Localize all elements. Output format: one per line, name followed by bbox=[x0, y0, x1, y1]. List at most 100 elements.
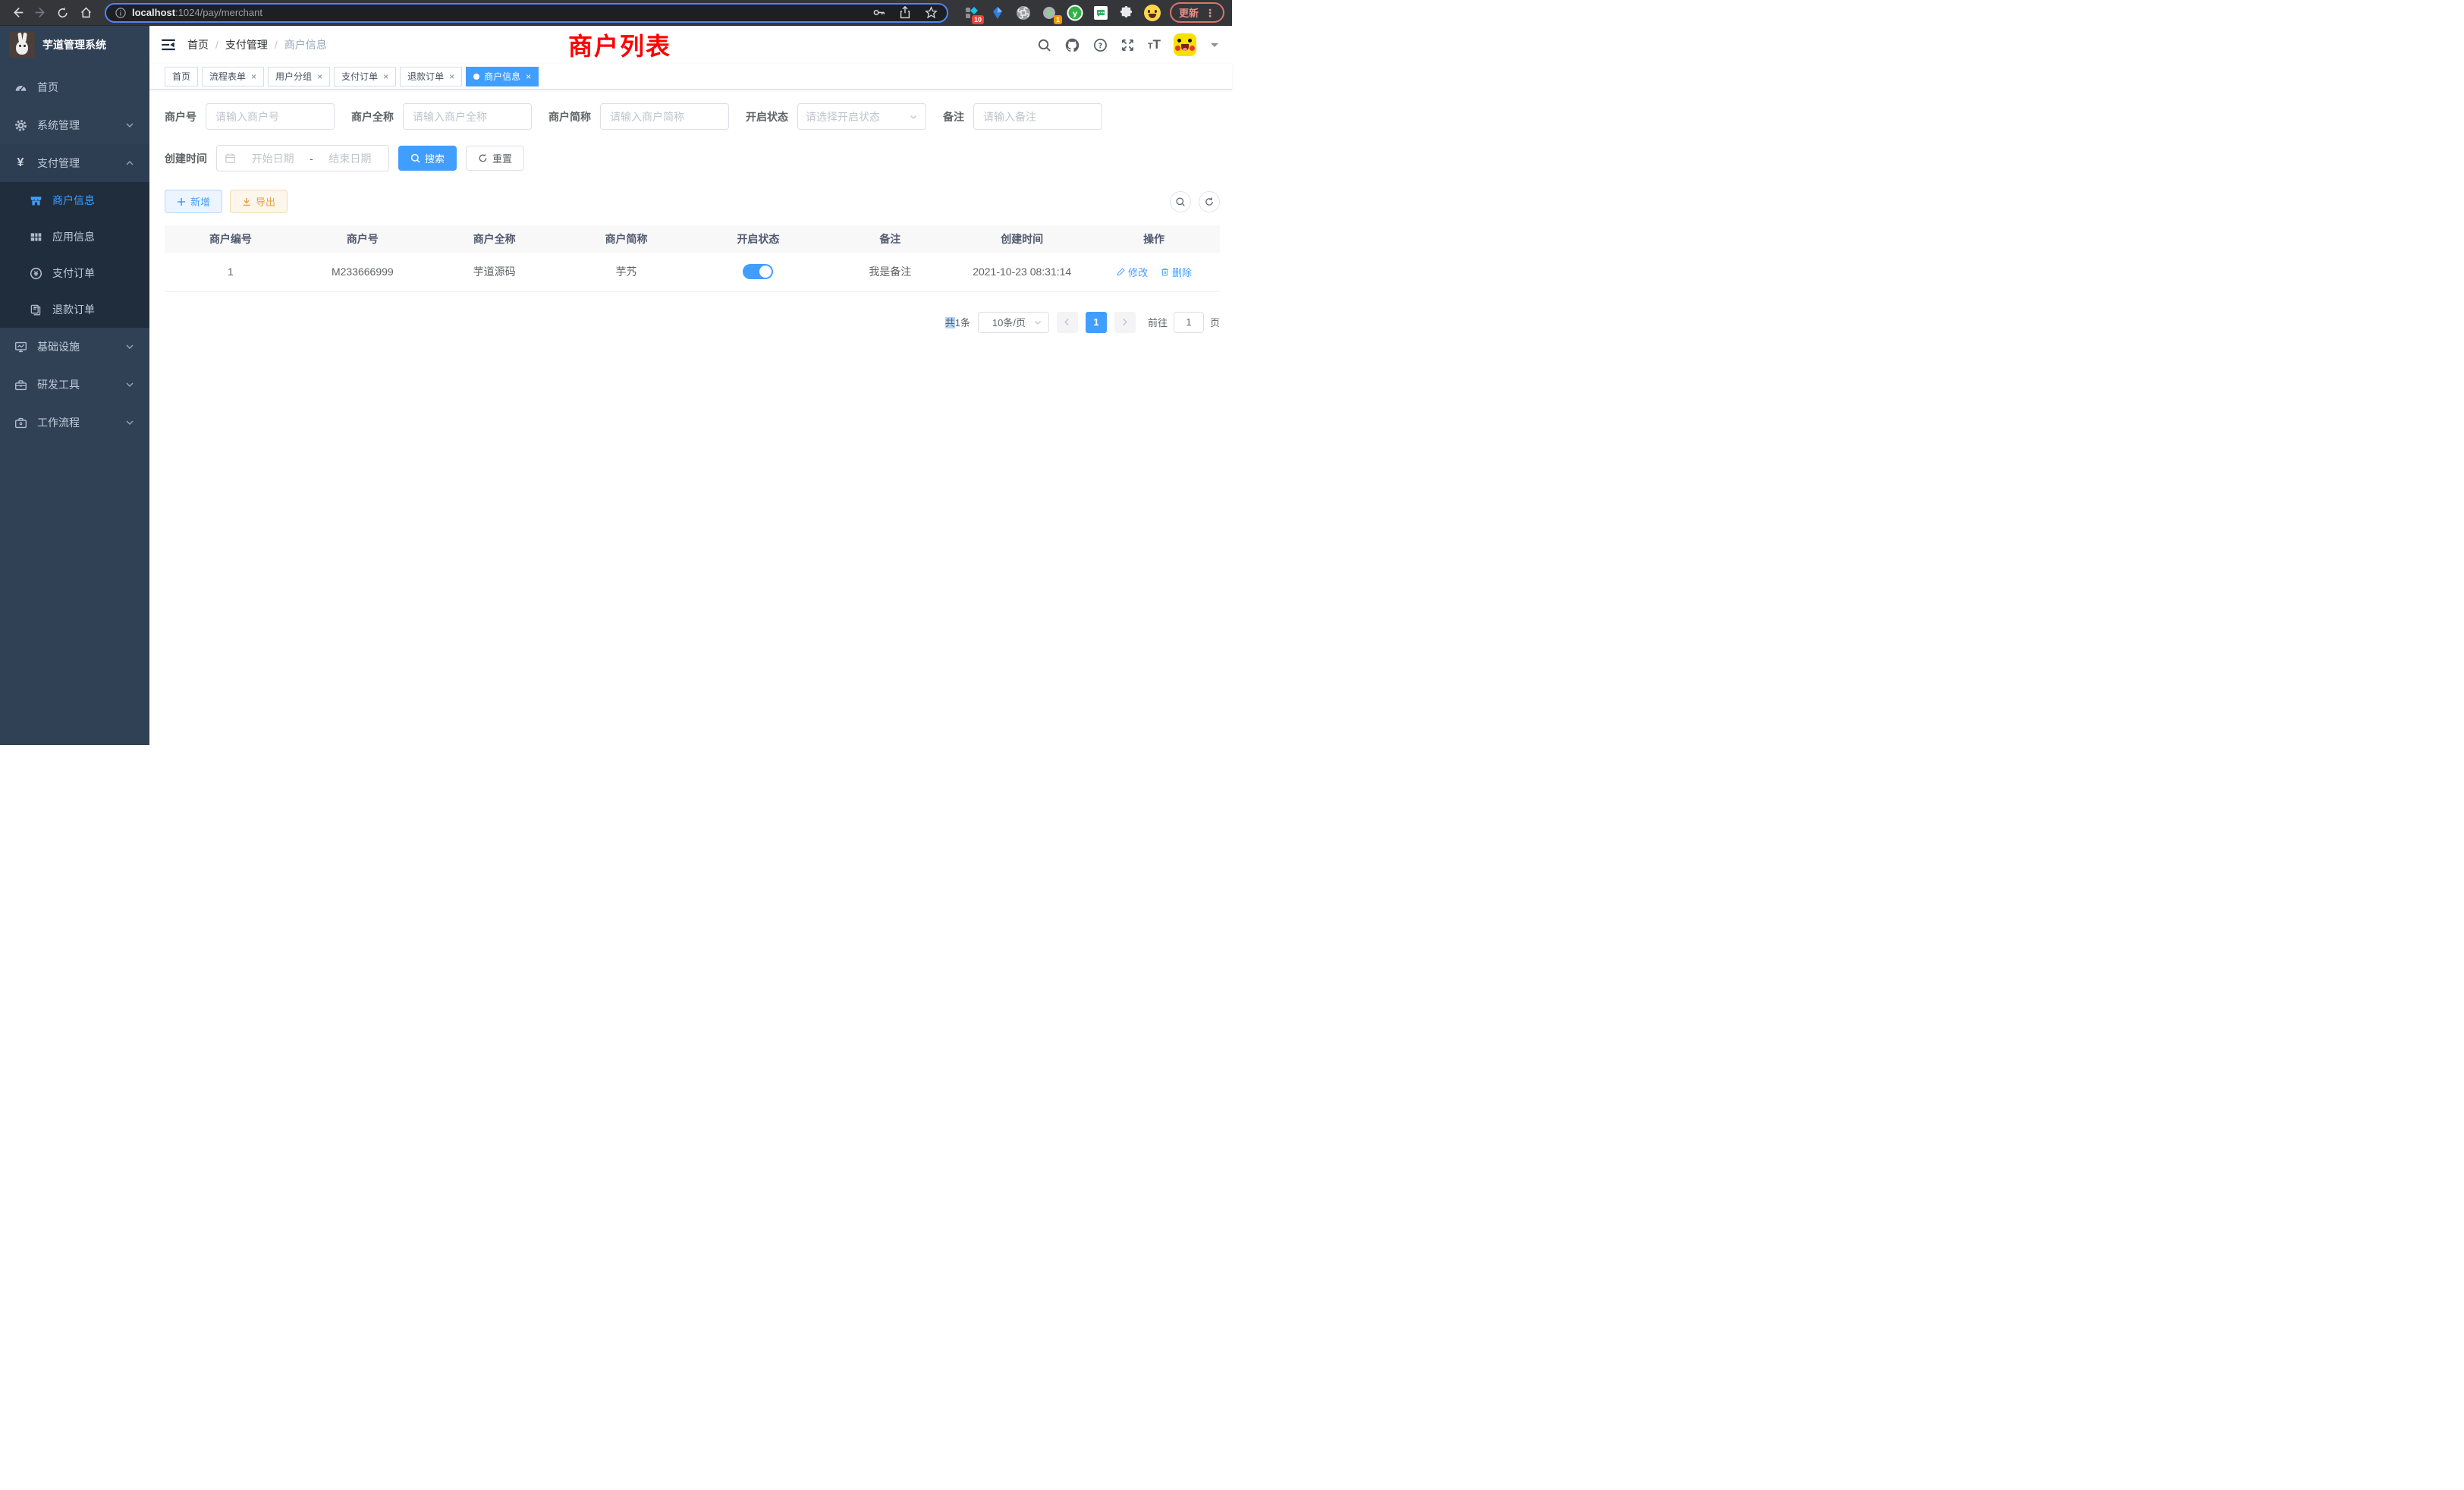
full-name-input[interactable] bbox=[403, 103, 532, 130]
col-short-name: 商户简称 bbox=[561, 225, 693, 253]
close-icon[interactable]: × bbox=[251, 72, 256, 81]
chevron-right-icon bbox=[1120, 318, 1129, 326]
trash-icon bbox=[1160, 267, 1170, 277]
bookmark-star-icon[interactable] bbox=[925, 6, 938, 19]
address-bar[interactable]: localhost:1024/pay/merchant bbox=[105, 3, 948, 23]
goto-page-input[interactable] bbox=[1174, 312, 1204, 333]
reset-button[interactable]: 重置 bbox=[466, 146, 524, 171]
chevron-down-icon bbox=[909, 112, 918, 121]
dashboard-icon bbox=[14, 81, 27, 94]
remark-input[interactable] bbox=[973, 103, 1102, 130]
short-name-label: 商户简称 bbox=[548, 109, 591, 124]
browser-home-button[interactable] bbox=[76, 3, 96, 23]
site-info-icon[interactable] bbox=[115, 8, 126, 18]
cell-merchant-no: M233666999 bbox=[297, 253, 429, 291]
close-icon[interactable]: × bbox=[317, 72, 322, 81]
refresh-table-button[interactable] bbox=[1199, 191, 1220, 212]
add-button[interactable]: 新增 bbox=[165, 190, 222, 213]
sidebar-item-refund-order[interactable]: 退款订单 bbox=[0, 291, 149, 328]
create-time-label: 创建时间 bbox=[165, 151, 207, 166]
help-icon[interactable]: ? bbox=[1093, 38, 1108, 52]
close-icon[interactable]: × bbox=[383, 72, 388, 81]
sidebar-item-workflow[interactable]: 工作流程 bbox=[0, 404, 149, 442]
tab-user-group[interactable]: 用户分组× bbox=[268, 67, 330, 86]
show-search-toggle-button[interactable] bbox=[1170, 191, 1191, 212]
browser-menu-icon[interactable]: ⋮ bbox=[1205, 8, 1215, 18]
sidebar-fold-button[interactable] bbox=[160, 36, 177, 53]
prev-page-button[interactable] bbox=[1057, 312, 1078, 333]
edit-link[interactable]: 修改 bbox=[1116, 265, 1148, 279]
sidebar-item-home[interactable]: 首页 bbox=[0, 68, 149, 106]
browser-forward-button[interactable] bbox=[30, 3, 50, 23]
sidebar-item-merchant[interactable]: 商户信息 bbox=[0, 182, 149, 218]
browser-reload-button[interactable] bbox=[53, 3, 73, 23]
tab-home[interactable]: 首页 bbox=[165, 67, 198, 86]
browser-update-button[interactable]: 更新 ⋮ bbox=[1170, 2, 1224, 23]
merchant-no-label: 商户号 bbox=[165, 109, 196, 124]
breadcrumb-pay[interactable]: 支付管理 bbox=[225, 37, 268, 52]
user-avatar[interactable] bbox=[1174, 33, 1196, 56]
create-time-range-picker[interactable]: 开始日期 - 结束日期 bbox=[216, 145, 389, 171]
pagination-total: 共1条 bbox=[945, 315, 970, 329]
sidebar-item-pay[interactable]: ¥ 支付管理 bbox=[0, 144, 149, 182]
page-number-1[interactable]: 1 bbox=[1086, 312, 1107, 333]
tab-refund-order[interactable]: 退款订单× bbox=[400, 67, 462, 86]
tags-view: 首页 流程表单× 用户分组× 支付订单× 退款订单× 商户信息× bbox=[149, 64, 1232, 90]
browser-profile-avatar[interactable] bbox=[1144, 5, 1161, 21]
browser-back-button[interactable] bbox=[8, 3, 27, 23]
chevron-down-icon bbox=[125, 342, 134, 351]
search-button[interactable]: 搜索 bbox=[398, 146, 457, 171]
avatar-dropdown-caret-icon[interactable] bbox=[1211, 43, 1218, 47]
yen-icon: ¥ bbox=[14, 156, 27, 170]
sidebar-item-devtools[interactable]: 研发工具 bbox=[0, 366, 149, 404]
share-icon[interactable] bbox=[899, 6, 911, 19]
merchant-no-input[interactable] bbox=[206, 103, 335, 130]
sidebar-item-app-info[interactable]: 应用信息 bbox=[0, 218, 149, 255]
search-icon[interactable] bbox=[1037, 38, 1051, 52]
active-dot bbox=[473, 74, 479, 80]
date-end-placeholder: 结束日期 bbox=[319, 151, 381, 166]
close-icon[interactable]: × bbox=[526, 72, 531, 81]
cell-merchant-id: 1 bbox=[165, 253, 297, 291]
delete-link[interactable]: 删除 bbox=[1160, 265, 1192, 279]
password-key-icon[interactable] bbox=[872, 6, 885, 19]
kite-icon bbox=[992, 6, 1004, 20]
status-select[interactable]: 请选择开启状态 bbox=[797, 103, 926, 130]
tab-process-form[interactable]: 流程表单× bbox=[202, 67, 264, 86]
short-name-input[interactable] bbox=[600, 103, 729, 130]
cell-actions: 修改 删除 bbox=[1088, 253, 1220, 291]
extension-kite-icon[interactable] bbox=[989, 5, 1006, 21]
status-label: 开启状态 bbox=[746, 109, 788, 124]
github-icon[interactable] bbox=[1064, 37, 1080, 53]
grid-table-icon bbox=[29, 231, 42, 244]
cell-full-name: 芋道源码 bbox=[429, 253, 561, 291]
tab-merchant-info[interactable]: 商户信息× bbox=[466, 67, 539, 86]
sidebar-item-infra[interactable]: 基础设施 bbox=[0, 328, 149, 366]
extension-tabs-icon[interactable]: 10 bbox=[963, 5, 980, 21]
puzzle-icon bbox=[1119, 5, 1133, 20]
cell-remark: 我是备注 bbox=[824, 253, 956, 291]
extension-chat-icon[interactable] bbox=[1092, 5, 1109, 21]
sidebar-item-system[interactable]: 系统管理 bbox=[0, 106, 149, 144]
page-size-select[interactable]: 10条/页 bbox=[978, 312, 1049, 333]
extension-recorder-icon[interactable]: 1 bbox=[1041, 5, 1058, 21]
toolbox-icon bbox=[14, 379, 27, 391]
breadcrumb: 首页 / 支付管理 / 商户信息 bbox=[187, 37, 327, 52]
table-row: 1 M233666999 芋道源码 芋艿 我是备注 2021-10-23 08:… bbox=[165, 253, 1220, 291]
extension-badge: 1 bbox=[1054, 15, 1062, 24]
export-button[interactable]: 导出 bbox=[230, 190, 288, 213]
fullscreen-icon[interactable] bbox=[1120, 38, 1135, 52]
extension-yudao-icon[interactable]: y bbox=[1067, 5, 1083, 21]
font-size-icon[interactable]: TT bbox=[1148, 37, 1161, 52]
date-separator: - bbox=[310, 152, 313, 165]
sidebar-item-pay-order[interactable]: ¥ 支付订单 bbox=[0, 255, 149, 291]
extension-command-icon[interactable] bbox=[1015, 5, 1032, 21]
extensions-puzzle-icon[interactable] bbox=[1118, 5, 1135, 21]
close-icon[interactable]: × bbox=[449, 72, 454, 81]
breadcrumb-home[interactable]: 首页 bbox=[187, 37, 209, 52]
refresh-icon bbox=[1204, 196, 1215, 207]
chat-icon bbox=[1093, 5, 1108, 20]
next-page-button[interactable] bbox=[1114, 312, 1136, 333]
status-toggle[interactable] bbox=[743, 264, 773, 279]
tab-pay-order[interactable]: 支付订单× bbox=[334, 67, 396, 86]
